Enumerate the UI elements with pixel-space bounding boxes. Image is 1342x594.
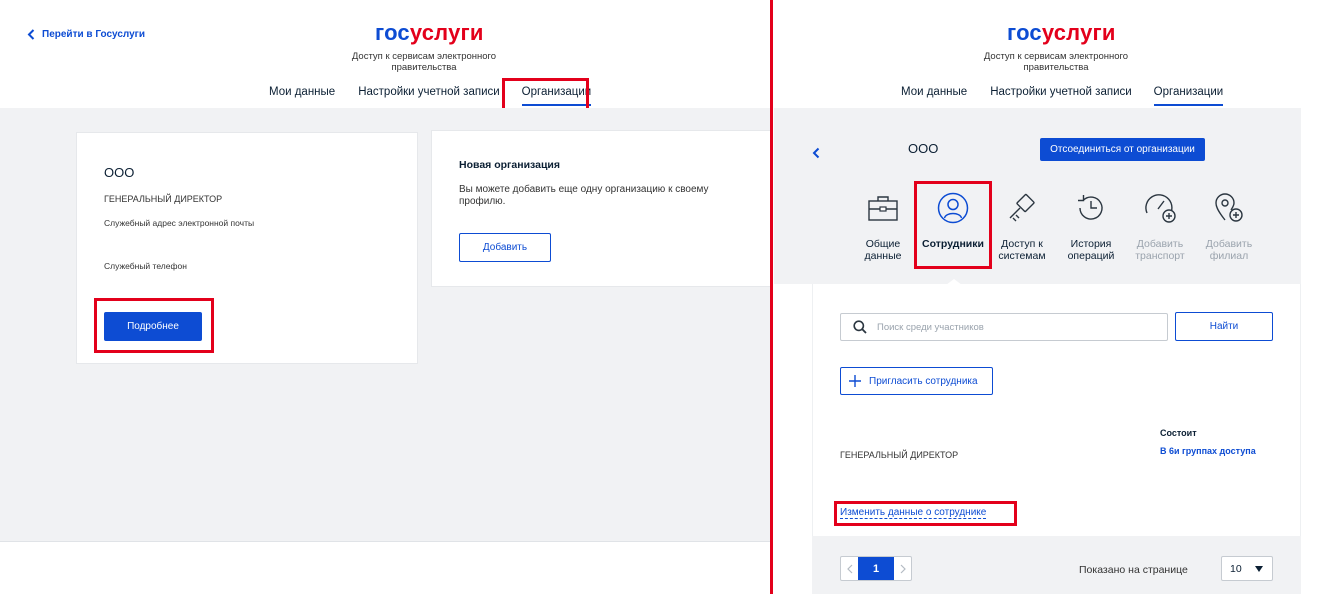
new-organization-title: Новая организация (459, 159, 560, 171)
tab-add-transport-line1: Добавить (1136, 238, 1184, 250)
org-name: ООО (908, 141, 939, 156)
find-button[interactable]: Найти (1175, 312, 1273, 341)
nav-my-data[interactable]: Мои данные (269, 86, 335, 106)
speedometer-add-icon (1145, 194, 1176, 223)
logo-gos: гос (375, 20, 410, 45)
tab-employees[interactable]: Сотрудники (918, 191, 988, 250)
tab-general-data-line2: данные (864, 250, 902, 262)
tab-employees-label: Сотрудники (922, 238, 984, 250)
employee-position: ГЕНЕРАЛЬНЫЙ ДИРЕКТОР (840, 450, 959, 460)
tab-operations-history-line1: История (1070, 238, 1112, 250)
header: Перейти в Госуслуги госуслуги Доступ к с… (0, 0, 770, 116)
organization-header: ООО Отсоединиться от организации Общие да… (774, 108, 1301, 284)
plus-icon (849, 375, 861, 387)
per-page-value: 10 (1230, 562, 1242, 575)
logo-gos: гос (1007, 20, 1042, 45)
gosuslugi-logo: госуслуги (1007, 20, 1116, 46)
nav-organizations[interactable]: Организации (1153, 86, 1224, 106)
tab-system-access-line1: Доступ к (1001, 238, 1043, 250)
logo-uslugi: услуги (1041, 20, 1116, 45)
nav-organizations[interactable]: Организации (521, 86, 592, 106)
tab-add-branch: Добавить филиал (1194, 191, 1264, 262)
prev-page-button[interactable] (841, 557, 858, 580)
key-icon (1009, 193, 1035, 222)
content-area: ООО ГЕНЕРАЛЬНЫЙ ДИРЕКТОР Служебный адрес… (0, 108, 770, 541)
panel-divider (770, 0, 773, 594)
logo-subtitle: Доступ к сервисам электронного правитель… (351, 51, 497, 73)
header: госуслуги Доступ к сервисам электронного… (774, 0, 1342, 108)
main-nav: Мои данные Настройки учетной записи Орга… (901, 86, 1224, 106)
new-organization-description: Вы можете добавить еще одну организацию … (459, 184, 709, 207)
invite-employee-button[interactable]: Пригласить сотрудника (840, 367, 993, 395)
nav-account-settings[interactable]: Настройки учетной записи (358, 86, 499, 106)
gosuslugi-logo: госуслуги (375, 20, 484, 46)
history-icon (1078, 195, 1103, 220)
org-name: ООО (104, 165, 135, 180)
status-column-header: Состоит (1160, 428, 1197, 438)
back-link-label: Перейти в Госуслуги (42, 29, 145, 40)
organization-card: ООО ГЕНЕРАЛЬНЫЙ ДИРЕКТОР Служебный адрес… (76, 132, 418, 364)
back-to-gosuslugi-link[interactable]: Перейти в Госуслуги (27, 29, 145, 40)
left-panel: Перейти в Госуслуги госуслуги Доступ к с… (0, 0, 770, 594)
nav-my-data[interactable]: Мои данные (901, 86, 967, 106)
search-placeholder: Поиск среди участников (877, 321, 984, 333)
search-input[interactable]: Поиск среди участников (840, 313, 1168, 341)
nav-account-settings[interactable]: Настройки учетной записи (990, 86, 1131, 106)
right-panel: госуслуги Доступ к сервисам электронного… (774, 0, 1342, 594)
tab-general-data[interactable]: Общие данные (848, 191, 918, 262)
tab-system-access[interactable]: Доступ к системам (987, 191, 1057, 262)
tab-add-transport: Добавить транспорт (1125, 191, 1195, 262)
location-add-icon (1215, 193, 1243, 222)
main-nav: Мои данные Настройки учетной записи Орга… (269, 86, 592, 106)
footer-divider (0, 541, 770, 542)
chevron-left-icon[interactable] (812, 147, 820, 159)
edit-employee-link[interactable]: Изменить данные о сотруднике (840, 507, 987, 519)
logo-uslugi: услуги (409, 20, 484, 45)
current-page[interactable]: 1 (858, 557, 894, 580)
work-phone-label: Служебный телефон (104, 261, 187, 271)
tab-add-branch-line2: филиал (1209, 250, 1249, 262)
disconnect-organization-button[interactable]: Отсоединиться от организации (1040, 138, 1205, 161)
per-page-select[interactable]: 10 (1221, 556, 1273, 581)
invite-employee-label: Пригласить сотрудника (869, 375, 978, 387)
add-organization-button[interactable]: Добавить (459, 233, 551, 262)
tab-add-transport-line2: транспорт (1135, 250, 1185, 262)
tab-general-data-line1: Общие (865, 238, 901, 250)
tab-add-branch-line1: Добавить (1205, 238, 1253, 250)
user-circle-icon (937, 192, 969, 224)
per-page-label: Показано на странице (1079, 564, 1188, 576)
new-organization-card: Новая организация Вы можете добавить еще… (431, 130, 770, 287)
logo-subtitle: Доступ к сервисам электронного правитель… (983, 51, 1129, 73)
details-button[interactable]: Подробнее (104, 312, 202, 341)
pagination-bar: 1 Показано на странице 10 (812, 536, 1301, 594)
chevron-left-icon (27, 29, 35, 40)
org-position: ГЕНЕРАЛЬНЫЙ ДИРЕКТОР (104, 194, 223, 204)
chevron-left-icon (846, 564, 852, 573)
chevron-right-icon (900, 564, 906, 573)
caret-down-icon (1255, 566, 1263, 572)
work-email-label: Служебный адрес электронной почты (104, 218, 255, 228)
employee-access-groups-link[interactable]: В 6и группах доступа (1160, 446, 1256, 456)
tab-operations-history[interactable]: История операций (1056, 191, 1126, 262)
briefcase-icon (868, 196, 898, 221)
next-page-button[interactable] (894, 557, 911, 580)
search-icon (853, 320, 867, 334)
tab-operations-history-line2: операций (1067, 250, 1115, 262)
pagination: 1 (840, 556, 912, 581)
active-tab-pointer (946, 279, 962, 285)
tab-system-access-line2: системам (998, 250, 1046, 262)
